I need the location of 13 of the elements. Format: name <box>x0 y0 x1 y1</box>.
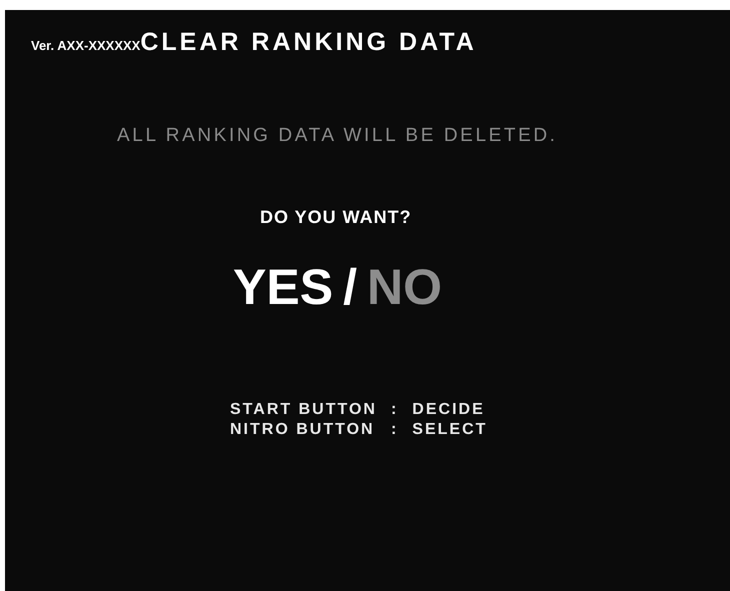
option[interactable]: YES <box>233 258 334 316</box>
option-separator: / <box>343 258 357 316</box>
screen-title: CLEAR RANKING DATA <box>140 28 477 57</box>
option[interactable]: NO <box>366 258 442 316</box>
version-label: Ver. AXX-XXXXXX <box>31 38 140 53</box>
colon: : <box>390 401 398 419</box>
colon: : <box>390 421 398 439</box>
warning-message: ALL RANKING DATA WILL BE DELETED. <box>117 125 559 147</box>
question-text: DO YOU WANT? <box>260 207 413 228</box>
button-name: NITRO BUTTON <box>230 421 376 439</box>
action-name: DECIDE <box>412 401 486 419</box>
button-name: START BUTTON <box>230 401 377 419</box>
action-name: SELECT <box>412 421 488 439</box>
